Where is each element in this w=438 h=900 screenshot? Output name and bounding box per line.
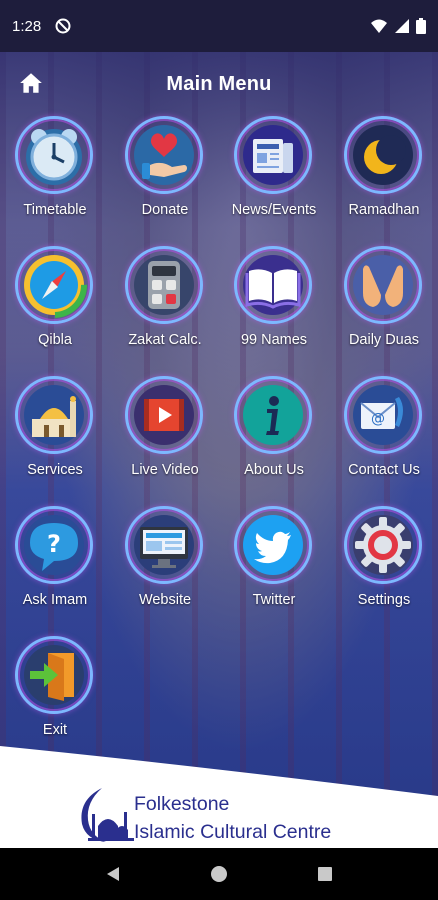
wifi-icon [371, 19, 387, 33]
page-title: Main Menu [166, 72, 272, 95]
menu-label: Twitter [252, 592, 296, 608]
menu-tile-live-video[interactable]: Live Video [110, 376, 220, 494]
praying-hands-icon [353, 255, 413, 315]
exit-door-icon [24, 645, 84, 705]
menu-label: Settings [357, 592, 411, 608]
tile-ring [125, 376, 203, 454]
menu-label: Contact Us [348, 462, 420, 478]
gear-icon [353, 515, 413, 575]
menu-tile-website[interactable]: Website [110, 506, 220, 624]
home-nav-button[interactable] [205, 860, 233, 888]
battery-icon [416, 18, 426, 34]
crescent-moon-icon [353, 125, 413, 185]
menu-label: News/Events [231, 202, 317, 218]
back-button[interactable] [99, 860, 127, 888]
menu-label: Qibla [38, 332, 72, 348]
menu-label: Ramadhan [348, 202, 420, 218]
menu-tile-twitter[interactable]: Twitter [219, 506, 329, 624]
calculator-icon [134, 255, 194, 315]
tile-ring [344, 246, 422, 324]
compass-icon [21, 252, 87, 318]
video-play-icon [134, 385, 194, 445]
menu-tile-zakat-calc[interactable]: Zakat Calc. [110, 246, 220, 364]
menu-tile-qibla[interactable]: Qibla [0, 246, 110, 364]
twitter-bird-icon [243, 515, 303, 575]
menu-label: Donate [141, 202, 189, 218]
status-bar: 1:28 [0, 0, 438, 52]
footer-line2: Islamic Cultural Centre [134, 821, 332, 843]
footer-line1: Folkestone [134, 793, 230, 815]
newspaper-icon [243, 125, 303, 185]
tile-ring [234, 116, 312, 194]
menu-label: Daily Duas [348, 332, 420, 348]
menu-label: 99 Names [240, 332, 308, 348]
header: Main Menu [0, 60, 438, 108]
svg-text:?: ? [47, 530, 61, 558]
tile-ring [344, 506, 422, 584]
tile-ring [125, 116, 203, 194]
menu-tile-donate[interactable]: Donate [110, 116, 220, 234]
menu-tile-ask-imam[interactable]: ? Ask Imam [0, 506, 110, 624]
menu-label: Live Video [131, 462, 199, 478]
mosque-logo [81, 788, 134, 842]
tile-ring: ? [15, 506, 93, 584]
back-triangle-icon [107, 867, 119, 881]
screen: 1:28 Main Menu Timetable Donate News/Eve… [0, 0, 438, 900]
status-time: 1:28 [12, 17, 42, 35]
recents-button[interactable] [311, 860, 339, 888]
tile-ring: @ [344, 376, 422, 454]
donate-hand-heart-icon [134, 125, 194, 185]
dnd-icon [55, 18, 71, 34]
tile-ring [125, 246, 203, 324]
menu-tile-ramadhan[interactable]: Ramadhan [329, 116, 438, 234]
tile-ring [15, 246, 93, 324]
navigation-bar [0, 848, 438, 900]
recents-square-icon [318, 867, 332, 881]
home-circle-icon [211, 866, 227, 882]
menu-tile-exit[interactable]: Exit [0, 636, 110, 754]
menu-tile-contact-us[interactable]: @ Contact Us [329, 376, 438, 494]
menu-tile-daily-duas[interactable]: Daily Duas [329, 246, 438, 364]
signal-icon [395, 19, 409, 33]
menu-label: Zakat Calc. [128, 332, 202, 348]
question-bubble-icon: ? [24, 515, 84, 575]
open-book-icon [243, 255, 303, 315]
menu-label: Services [27, 462, 83, 478]
tile-ring [15, 636, 93, 714]
tile-ring [125, 506, 203, 584]
footer-title: Folkestone Islamic Cultural Centre [134, 790, 331, 846]
menu-label: Timetable [23, 202, 87, 218]
info-icon [243, 385, 303, 445]
tile-ring [234, 246, 312, 324]
menu-label: Website [138, 592, 192, 608]
menu-tile-settings[interactable]: Settings [329, 506, 438, 624]
menu-tile-services[interactable]: Services [0, 376, 110, 494]
tile-ring [15, 116, 93, 194]
tile-ring [15, 376, 93, 454]
home-icon[interactable] [18, 70, 44, 96]
svg-text:@: @ [371, 411, 385, 427]
menu-label: Ask Imam [22, 592, 88, 608]
tile-ring [234, 376, 312, 454]
tile-ring [234, 506, 312, 584]
menu-tile-timetable[interactable]: Timetable [0, 116, 110, 234]
tile-ring [344, 116, 422, 194]
menu-label: About Us [244, 462, 304, 478]
menu-tile-99-names[interactable]: 99 Names [219, 246, 329, 364]
menu-label: Exit [42, 722, 68, 738]
alarm-clock-icon [26, 129, 82, 185]
menu-tile-about-us[interactable]: About Us [219, 376, 329, 494]
menu-tile-news-events[interactable]: News/Events [219, 116, 329, 234]
monitor-icon [134, 515, 194, 575]
mosque-icon [24, 385, 84, 445]
email-phone-icon: @ [353, 385, 413, 445]
